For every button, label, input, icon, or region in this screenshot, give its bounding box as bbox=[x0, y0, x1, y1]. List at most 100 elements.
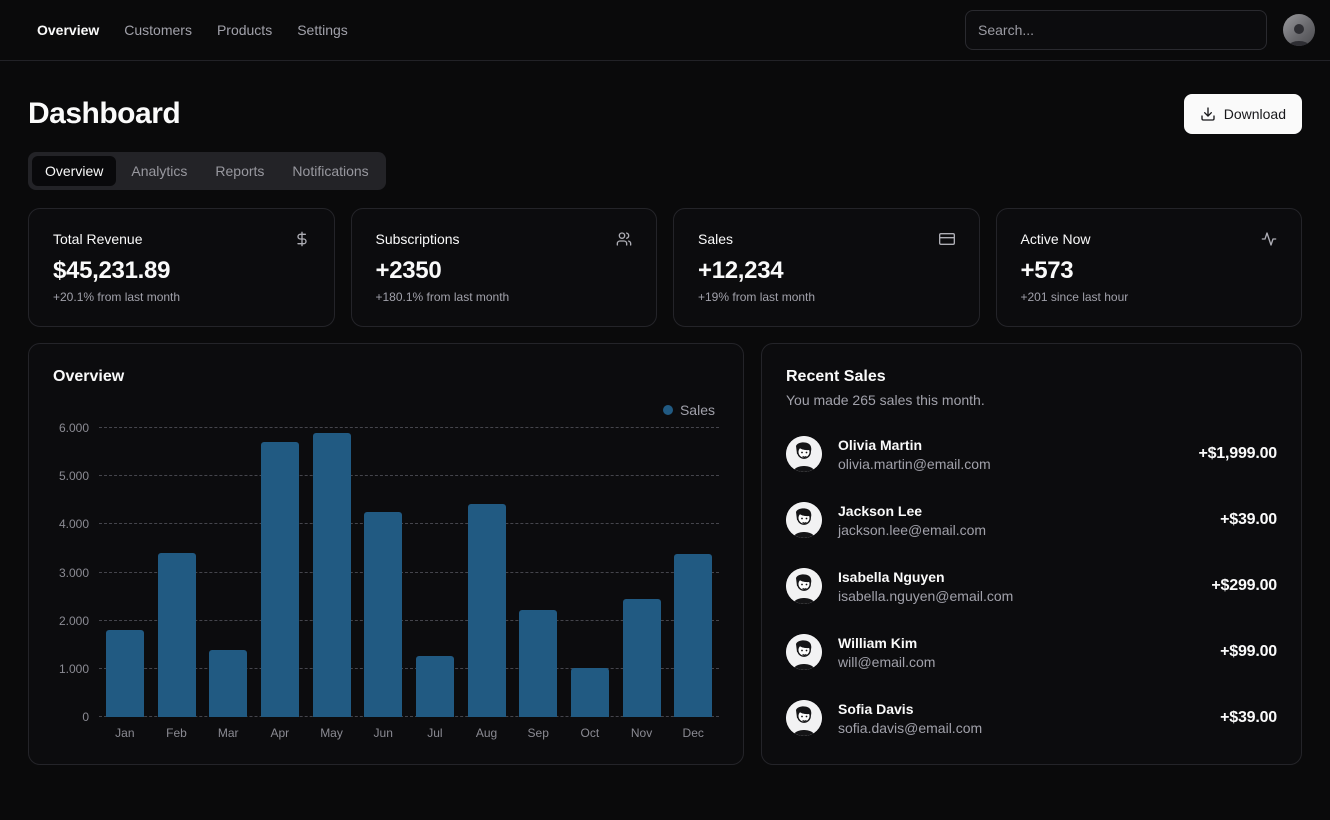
customer-email: will@email.com bbox=[838, 654, 935, 670]
customer-email: isabella.nguyen@email.com bbox=[838, 588, 1013, 604]
sale-amount: +$39.00 bbox=[1220, 709, 1277, 727]
stat-card-sales: Sales+12,234+19% from last month bbox=[673, 208, 980, 327]
stat-title: Sales bbox=[698, 231, 733, 247]
sale-amount: +$1,999.00 bbox=[1198, 445, 1277, 463]
avatar bbox=[786, 568, 822, 604]
stat-card-active-now: Active Now +573 +201 since last hour bbox=[996, 208, 1303, 327]
stat-value: +2350 bbox=[376, 257, 633, 285]
stat-card-total-revenue: Total Revenue$45,231.89+20.1% from last … bbox=[28, 208, 335, 327]
customer-email: sofia.davis@email.com bbox=[838, 720, 982, 736]
bar-plot bbox=[99, 428, 719, 717]
overview-chart-card: Overview Sales 01.0002.0003.0004.0005.00… bbox=[28, 343, 744, 765]
bar-slot-jul bbox=[409, 428, 461, 717]
download-icon bbox=[1200, 106, 1216, 122]
person-icon bbox=[1286, 20, 1312, 46]
stat-change: +19% from last month bbox=[698, 290, 955, 304]
legend-label: Sales bbox=[680, 402, 715, 418]
bar-slot-aug bbox=[461, 428, 513, 717]
bar-oct bbox=[571, 668, 609, 717]
bar-slot-nov bbox=[616, 428, 668, 717]
nav-item-products[interactable]: Products bbox=[217, 22, 272, 38]
chart-title: Overview bbox=[53, 368, 719, 386]
x-tick-label: Feb bbox=[151, 726, 203, 740]
dashboard-page: Dashboard Download OverviewAnalyticsRepo… bbox=[0, 94, 1330, 765]
page-title: Dashboard bbox=[28, 97, 180, 131]
customer-email: jackson.lee@email.com bbox=[838, 522, 986, 538]
y-axis: 01.0002.0003.0004.0005.0006.000 bbox=[53, 428, 99, 717]
bar-slot-oct bbox=[564, 428, 616, 717]
top-nav: Overview Customers Products Settings bbox=[0, 0, 1330, 61]
bar-dec bbox=[674, 554, 712, 717]
customer-email: olivia.martin@email.com bbox=[838, 456, 991, 472]
download-button[interactable]: Download bbox=[1184, 94, 1302, 134]
stat-card-subscriptions: Subscriptions +2350 +180.1% from last mont… bbox=[351, 208, 658, 327]
tab-notifications[interactable]: Notifications bbox=[279, 156, 381, 186]
stat-value: +573 bbox=[1021, 257, 1278, 285]
stats-grid: Total Revenue$45,231.89+20.1% from last … bbox=[28, 208, 1302, 327]
dollar-sign-icon bbox=[294, 231, 310, 247]
sale-item-olivia-martin: Olivia Martinolivia.martin@email.com+$1,… bbox=[786, 436, 1277, 472]
bar-aug bbox=[468, 504, 506, 717]
stat-title: Active Now bbox=[1021, 231, 1091, 247]
bar-slot-mar bbox=[202, 428, 254, 717]
x-tick-label: Sep bbox=[512, 726, 564, 740]
x-tick-label: Apr bbox=[254, 726, 306, 740]
y-tick-label: 5.000 bbox=[59, 469, 89, 483]
sales-list: Olivia Martinolivia.martin@email.com+$1,… bbox=[786, 436, 1277, 736]
sale-item-william-kim: William Kim will@email.com +$99.00 bbox=[786, 634, 1277, 670]
avatar bbox=[786, 634, 822, 670]
bar-jan bbox=[106, 630, 144, 717]
x-tick-label: Mar bbox=[202, 726, 254, 740]
bar-slot-jan bbox=[99, 428, 151, 717]
bar-jul bbox=[416, 656, 454, 717]
x-tick-label: May bbox=[306, 726, 358, 740]
bar-slot-feb bbox=[151, 428, 203, 717]
bar-slot-may bbox=[306, 428, 358, 717]
x-tick-label: Jul bbox=[409, 726, 461, 740]
customer-name: William Kim bbox=[838, 635, 935, 651]
download-label: Download bbox=[1224, 106, 1286, 122]
credit-card-icon bbox=[939, 231, 955, 247]
nav-item-overview[interactable]: Overview bbox=[37, 22, 99, 38]
activity-icon bbox=[1261, 231, 1277, 247]
bar-slot-dec bbox=[667, 428, 719, 717]
main-nav: Overview Customers Products Settings bbox=[37, 22, 348, 38]
tab-analytics[interactable]: Analytics bbox=[118, 156, 200, 186]
bar-sep bbox=[519, 610, 557, 717]
sale-amount: +$299.00 bbox=[1211, 577, 1277, 595]
bar-feb bbox=[158, 553, 196, 717]
bar-slot-apr bbox=[254, 428, 306, 717]
stat-value: $45,231.89 bbox=[53, 257, 310, 285]
y-tick-label: 4.000 bbox=[59, 517, 89, 531]
customer-name: Sofia Davis bbox=[838, 701, 982, 717]
nav-item-customers[interactable]: Customers bbox=[124, 22, 192, 38]
sale-item-sofia-davis: Sofia Davis sofia.davis@email.com +$39.00 bbox=[786, 700, 1277, 736]
x-tick-label: Dec bbox=[667, 726, 719, 740]
legend-dot bbox=[663, 405, 673, 415]
x-tick-label: Nov bbox=[616, 726, 668, 740]
avatar bbox=[786, 436, 822, 472]
stat-title: Subscriptions bbox=[376, 231, 460, 247]
bar-jun bbox=[364, 512, 402, 717]
stat-change: +201 since last hour bbox=[1021, 290, 1278, 304]
tab-reports[interactable]: Reports bbox=[202, 156, 277, 186]
tab-overview[interactable]: Overview bbox=[32, 156, 116, 186]
recent-sales-subtitle: You made 265 sales this month. bbox=[786, 392, 1277, 408]
bar-apr bbox=[261, 442, 299, 717]
search-input[interactable] bbox=[965, 10, 1267, 50]
recent-sales-title: Recent Sales bbox=[786, 368, 1277, 386]
y-tick-label: 6.000 bbox=[59, 421, 89, 435]
bar-slot-sep bbox=[512, 428, 564, 717]
nav-item-settings[interactable]: Settings bbox=[297, 22, 348, 38]
x-axis: JanFebMarAprMayJunJulAugSepOctNovDec bbox=[99, 726, 719, 740]
sale-amount: +$99.00 bbox=[1220, 643, 1277, 661]
y-tick-label: 2.000 bbox=[59, 614, 89, 628]
tabs: OverviewAnalyticsReportsNotifications bbox=[28, 152, 386, 190]
customer-name: Isabella Nguyen bbox=[838, 569, 1013, 585]
avatar bbox=[786, 700, 822, 736]
stat-change: +180.1% from last month bbox=[376, 290, 633, 304]
users-icon bbox=[616, 231, 632, 247]
user-avatar[interactable] bbox=[1283, 14, 1315, 46]
y-tick-label: 0 bbox=[82, 710, 89, 724]
stat-change: +20.1% from last month bbox=[53, 290, 310, 304]
